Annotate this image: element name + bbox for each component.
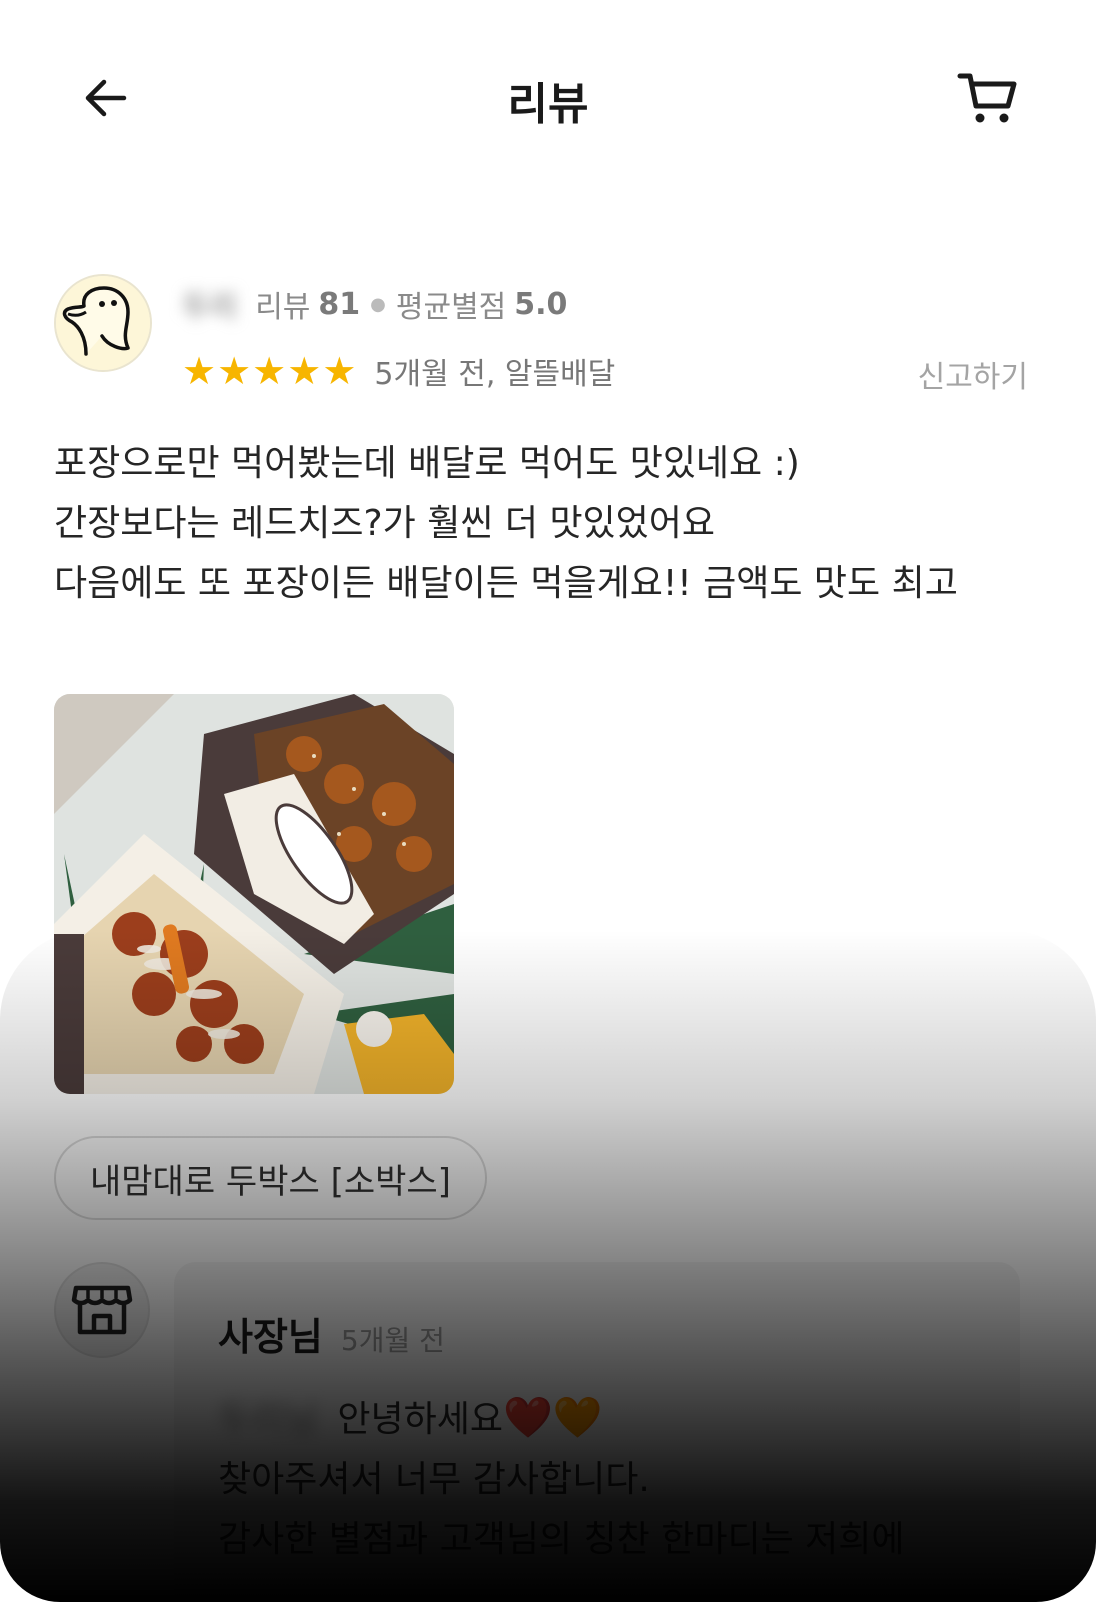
- review-text: 포장으로만 먹어봤는데 배달로 먹어도 맛있네요 :) 간장보다는 레드치즈?가…: [54, 443, 958, 604]
- separator-dot: ●: [370, 293, 386, 315]
- user-info: 두리 리뷰 81 ● 평균별점 5.0: [182, 282, 567, 326]
- hearts-emoji: ❤️🧡: [502, 1395, 603, 1441]
- star-icon: ★: [217, 349, 252, 393]
- avg-rating-label: 평균별점: [395, 290, 507, 325]
- owner-reply-line-2: 찾아주셔서 너무 감사합니다.: [218, 1459, 650, 1500]
- rating-line: ★ ★ ★ ★ ★ 5개월 전, 알뜰배달: [182, 350, 615, 392]
- owner-reply-line-1: 두리님 안녕하세요❤️🧡: [218, 1388, 998, 1450]
- star-icon: ★: [182, 349, 217, 393]
- top-bar: 리뷰: [0, 0, 1096, 200]
- owner-name: 사장님: [218, 1315, 323, 1359]
- cart-icon: [957, 73, 1017, 123]
- owner-reply-line-3: 감사한 별점과 고객님의 칭찬 한마디는 저희에: [218, 1519, 905, 1560]
- avg-rating: 5.0: [514, 286, 568, 322]
- owner-reply-time: 5개월 전: [340, 1324, 445, 1357]
- greeting: 안녕하세요: [337, 1399, 503, 1440]
- user-name[interactable]: 두리: [182, 282, 237, 326]
- star-icon: ★: [322, 349, 357, 393]
- star-icon: ★: [287, 349, 322, 393]
- store-icon: [71, 1285, 133, 1335]
- menu-chip[interactable]: 내맘대로 두박스 [소박스]: [54, 1136, 487, 1220]
- star-icon: ★: [252, 349, 287, 393]
- owner-avatar: [54, 1262, 150, 1358]
- review-meta: 5개월 전, 알뜰배달: [374, 357, 616, 392]
- cart-button[interactable]: [956, 68, 1020, 128]
- owner-reply: 사장님 5개월 전 두리님 안녕하세요❤️🧡 찾아주셔서 너무 감사합니다. 감사…: [174, 1262, 1020, 1602]
- review-count: 81: [318, 286, 361, 322]
- star-rating: ★ ★ ★ ★ ★: [182, 352, 356, 390]
- customer-name: 두리님: [218, 1399, 318, 1440]
- page-title: 리뷰: [507, 79, 589, 130]
- report-button[interactable]: 신고하기: [918, 352, 1028, 396]
- duck-avatar-icon: [56, 276, 150, 370]
- owner-reply-header: 사장님 5개월 전: [218, 1306, 445, 1361]
- owner-reply-text: 두리님 안녕하세요❤️🧡 찾아주셔서 너무 감사합니다. 감사한 별점과 고객님의…: [218, 1388, 998, 1570]
- review-count-label: 리뷰: [255, 290, 311, 325]
- review-photo[interactable]: [54, 694, 454, 1094]
- food-photo-image: [54, 694, 454, 1094]
- avatar[interactable]: [54, 274, 152, 372]
